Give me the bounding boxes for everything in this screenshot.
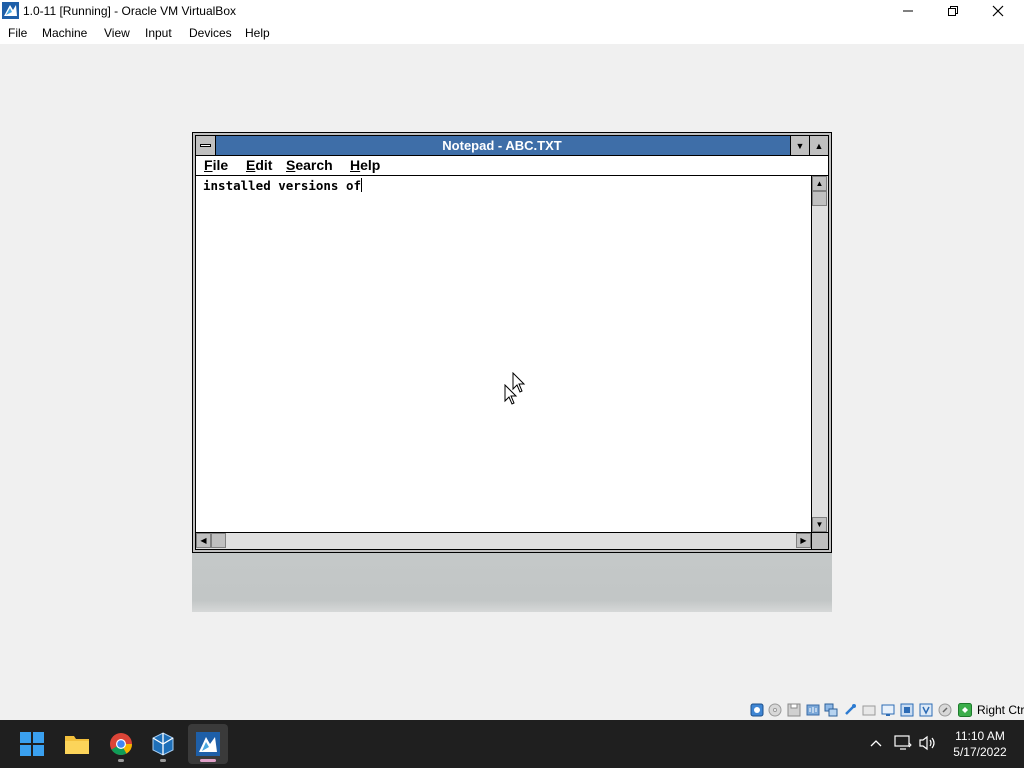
shared-folders-icon[interactable] <box>862 703 876 717</box>
scroll-up-button[interactable]: ▲ <box>812 176 827 191</box>
host-titlebar: 1.0-11 [Running] - Oracle VM VirtualBox <box>0 0 1024 22</box>
host-menubar: File Machine View Input Devices Help <box>0 22 1024 44</box>
notepad-menu-help[interactable]: Help <box>350 157 380 173</box>
restore-icon <box>948 6 958 16</box>
host-key-label: Right Ctrl <box>977 703 1024 717</box>
virtualbox-button[interactable] <box>143 724 183 764</box>
clock-date[interactable]: 5/17/2022 <box>940 745 1020 759</box>
menu-mnemonic: H <box>350 157 361 173</box>
volume-button[interactable] <box>919 734 937 752</box>
menu-devices[interactable]: Devices <box>189 26 232 40</box>
menu-input[interactable]: Input <box>145 26 172 40</box>
network-status-button[interactable] <box>894 734 912 752</box>
horizontal-scrollbar[interactable]: ◀ ▶ <box>196 532 811 549</box>
menu-label-rest: elp <box>360 157 381 173</box>
notepad-menu-search[interactable]: Search <box>286 157 333 173</box>
menu-mnemonic: S <box>286 157 296 173</box>
speaker-icon <box>919 735 935 751</box>
notepad-title: Notepad - ABC.TXT <box>442 138 562 153</box>
down-arrow-icon: ▼ <box>815 519 824 529</box>
left-arrow-icon: ◀ <box>200 535 207 545</box>
host-window-title: 1.0-11 [Running] - Oracle VM VirtualBox <box>23 4 236 18</box>
down-triangle-icon: ▼ <box>795 140 805 151</box>
menu-label-rest: ile <box>212 157 229 173</box>
scroll-down-button[interactable]: ▼ <box>812 517 827 532</box>
active-indicator <box>200 759 216 762</box>
clock-time[interactable]: 11:10 AM <box>940 729 1020 743</box>
notepad-content: installed versions of <box>203 178 362 193</box>
text-caret <box>361 178 363 192</box>
guest-mouse-cursor-icon <box>504 384 518 405</box>
chevron-up-icon <box>870 740 882 747</box>
floppy-icon[interactable] <box>787 703 801 717</box>
minimize-icon <box>903 10 913 12</box>
restore-button[interactable] <box>930 0 976 22</box>
guest-desktop-strip <box>192 553 832 612</box>
menu-mnemonic: F <box>204 157 213 173</box>
notepad-menubar: File Edit Search Help <box>196 156 828 176</box>
hard-disk-icon[interactable] <box>750 703 764 717</box>
optical-drive-icon[interactable] <box>768 703 782 717</box>
scroll-left-button[interactable]: ◀ <box>196 533 211 548</box>
system-menu-icon <box>200 144 211 147</box>
notepad-minimize-button[interactable]: ▼ <box>790 136 809 155</box>
virtualbox-icon <box>152 732 174 756</box>
scroll-right-button[interactable]: ▶ <box>796 533 811 548</box>
host-key-icon[interactable] <box>958 703 972 717</box>
notepad-text-area[interactable]: installed versions of <box>196 176 811 532</box>
windows-logo-icon <box>20 732 44 756</box>
mouse-integration-icon[interactable] <box>938 703 952 717</box>
minimize-button[interactable] <box>885 0 931 22</box>
file-explorer-button[interactable] <box>57 724 97 764</box>
notepad-content-line: installed versions of <box>203 178 363 193</box>
notepad-menu-file[interactable]: File <box>204 157 228 173</box>
notepad-titlebar[interactable]: Notepad - ABC.TXT ▼ ▲ <box>196 136 828 156</box>
notepad-maximize-button[interactable]: ▲ <box>809 136 828 155</box>
notepad-frame: Notepad - ABC.TXT ▼ ▲ File Edit Search H… <box>195 135 829 550</box>
menu-view[interactable]: View <box>104 26 130 40</box>
horizontal-scroll-thumb[interactable] <box>211 533 226 548</box>
audio-icon[interactable] <box>806 703 820 717</box>
virtualbox-vm-icon <box>2 2 19 19</box>
close-icon <box>992 5 1004 17</box>
notepad-window: Notepad - ABC.TXT ▼ ▲ File Edit Search H… <box>192 132 832 553</box>
system-menu-button[interactable] <box>196 136 216 155</box>
menu-label-rest: earch <box>295 157 333 173</box>
right-arrow-icon: ▶ <box>800 535 807 545</box>
menu-label-rest: dit <box>255 157 273 173</box>
up-arrow-icon: ▲ <box>815 178 824 188</box>
scrollbar-corner <box>811 532 828 549</box>
usb-icon[interactable] <box>843 703 857 717</box>
up-triangle-icon: ▲ <box>814 140 824 151</box>
vertical-scrollbar[interactable]: ▲ ▼ <box>811 176 828 532</box>
chrome-button[interactable] <box>101 724 141 764</box>
vertical-scroll-thumb[interactable] <box>812 191 827 206</box>
display-icon[interactable] <box>881 703 895 717</box>
chrome-icon <box>110 733 132 755</box>
running-indicator <box>160 759 166 762</box>
network-monitor-icon <box>894 735 912 750</box>
folder-icon <box>65 736 89 754</box>
menu-file[interactable]: File <box>8 26 27 40</box>
network-icon[interactable] <box>824 703 838 717</box>
vm-icon <box>196 732 220 756</box>
recording-icon[interactable] <box>900 703 914 717</box>
running-indicator <box>118 759 124 762</box>
menu-machine[interactable]: Machine <box>42 26 87 40</box>
vm-window-button[interactable] <box>188 724 228 764</box>
close-button[interactable] <box>975 0 1021 22</box>
notepad-menu-edit[interactable]: Edit <box>246 157 272 173</box>
show-hidden-icons-button[interactable] <box>867 734 885 752</box>
menu-mnemonic: E <box>246 157 256 173</box>
menu-help[interactable]: Help <box>245 26 270 40</box>
start-button[interactable] <box>12 724 52 764</box>
cpu-icon[interactable] <box>919 703 933 717</box>
